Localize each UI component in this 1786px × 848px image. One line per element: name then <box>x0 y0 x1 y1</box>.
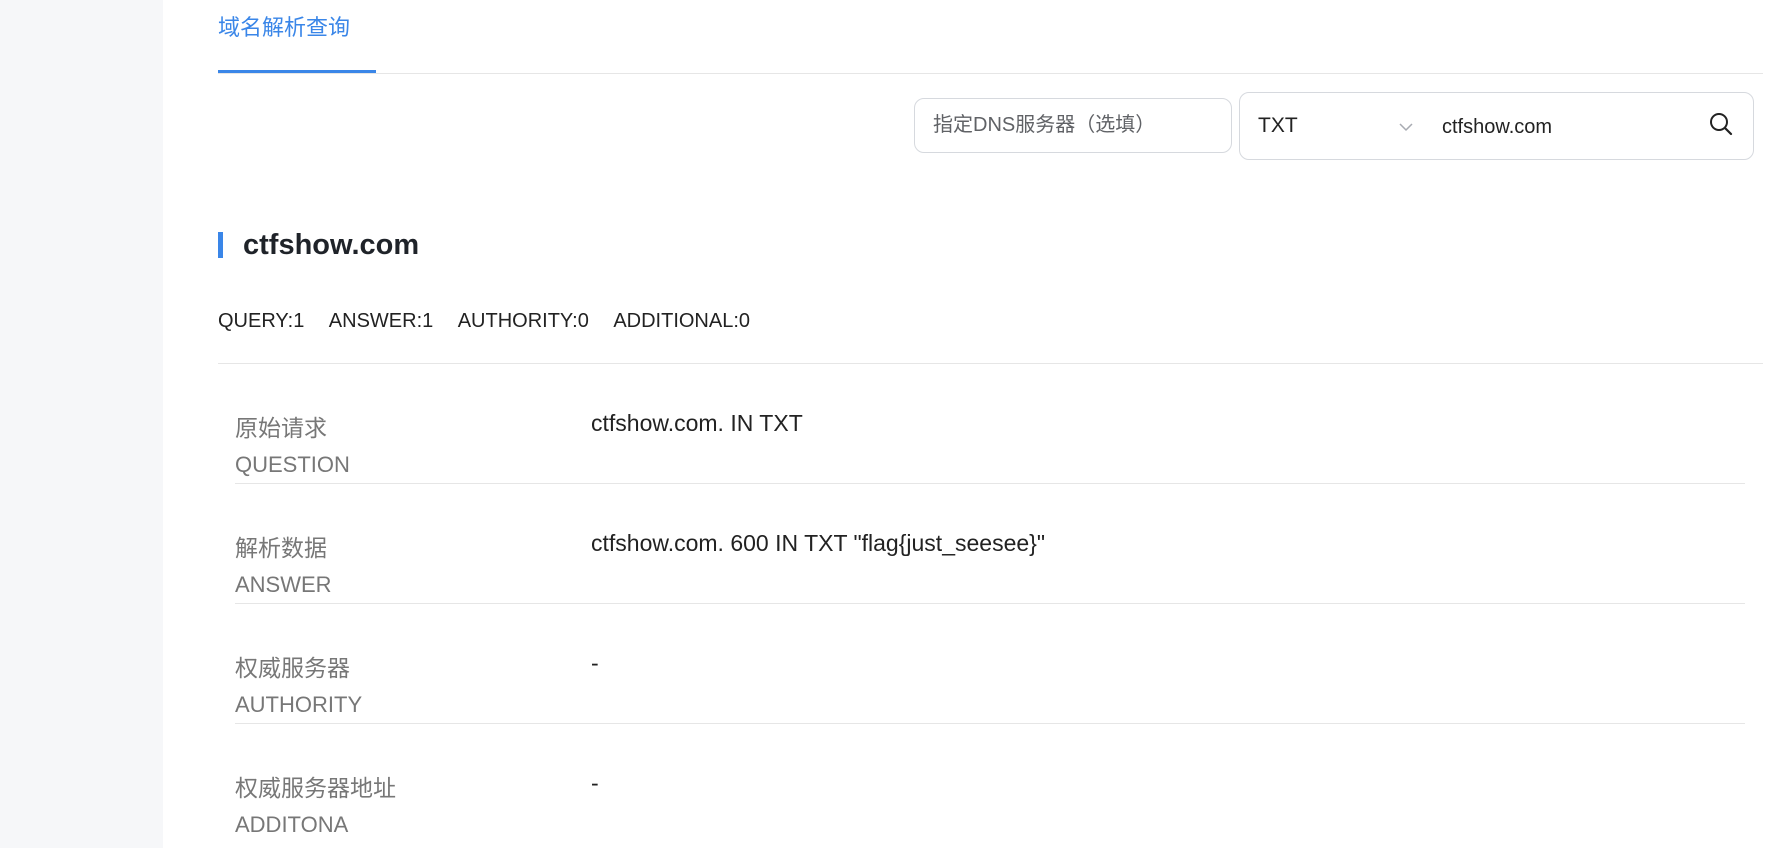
result-heading: ctfshow.com <box>218 228 419 262</box>
main-panel: 域名解析查询 TXT ctfshow.com QUERY:1 ANSWER:1 … <box>218 0 1763 848</box>
record-row-answer: 解析数据 ANSWER ctfshow.com. 600 IN TXT "fla… <box>235 484 1745 604</box>
dns-server-input[interactable] <box>914 98 1232 153</box>
tab-bar: 域名解析查询 <box>218 0 1763 74</box>
record-label-zh: 权威服务器地址 <box>235 775 396 801</box>
domain-input[interactable] <box>1440 103 1684 151</box>
chevron-down-icon <box>1399 123 1413 132</box>
record-value: ctfshow.com. 600 IN TXT "flag{just_seese… <box>591 530 1046 556</box>
record-value: ctfshow.com. IN TXT <box>591 410 803 436</box>
record-label-zh: 权威服务器 <box>235 655 350 681</box>
result-domain-title: ctfshow.com <box>243 228 420 261</box>
record-row-authority: 权威服务器 AUTHORITY - <box>235 604 1745 724</box>
record-label-zh: 原始请求 <box>235 415 327 441</box>
record-label-en: ANSWER <box>235 572 332 597</box>
stat-query: QUERY:1 <box>218 310 305 332</box>
stat-answer: ANSWER:1 <box>328 310 434 332</box>
record-type-value: TXT <box>1258 114 1298 137</box>
search-icon[interactable] <box>1708 111 1734 137</box>
stat-additional: ADDITIONAL:0 <box>613 310 751 332</box>
record-table: 原始请求 QUESTION ctfshow.com. IN TXT 解析数据 A… <box>235 364 1745 843</box>
tab-dns-lookup[interactable]: 域名解析查询 <box>218 12 376 73</box>
record-label-en: QUESTION <box>235 452 350 477</box>
record-label-en: ADDITONA <box>235 812 349 837</box>
record-row-question: 原始请求 QUESTION ctfshow.com. IN TXT <box>235 364 1745 484</box>
record-value: - <box>591 770 599 796</box>
query-box: TXT <box>1239 92 1754 160</box>
record-row-additional: 权威服务器地址 ADDITONA - <box>235 724 1745 843</box>
record-label-en: AUTHORITY <box>235 692 363 717</box>
record-label-zh: 解析数据 <box>235 535 327 561</box>
stat-authority: AUTHORITY:0 <box>457 310 589 332</box>
heading-accent-bar <box>218 232 223 258</box>
result-stats: QUERY:1 ANSWER:1 AUTHORITY:0 ADDITIONAL:… <box>218 310 770 333</box>
record-type-select[interactable]: TXT <box>1258 93 1428 159</box>
left-gutter <box>0 0 163 848</box>
record-value: - <box>591 650 599 676</box>
